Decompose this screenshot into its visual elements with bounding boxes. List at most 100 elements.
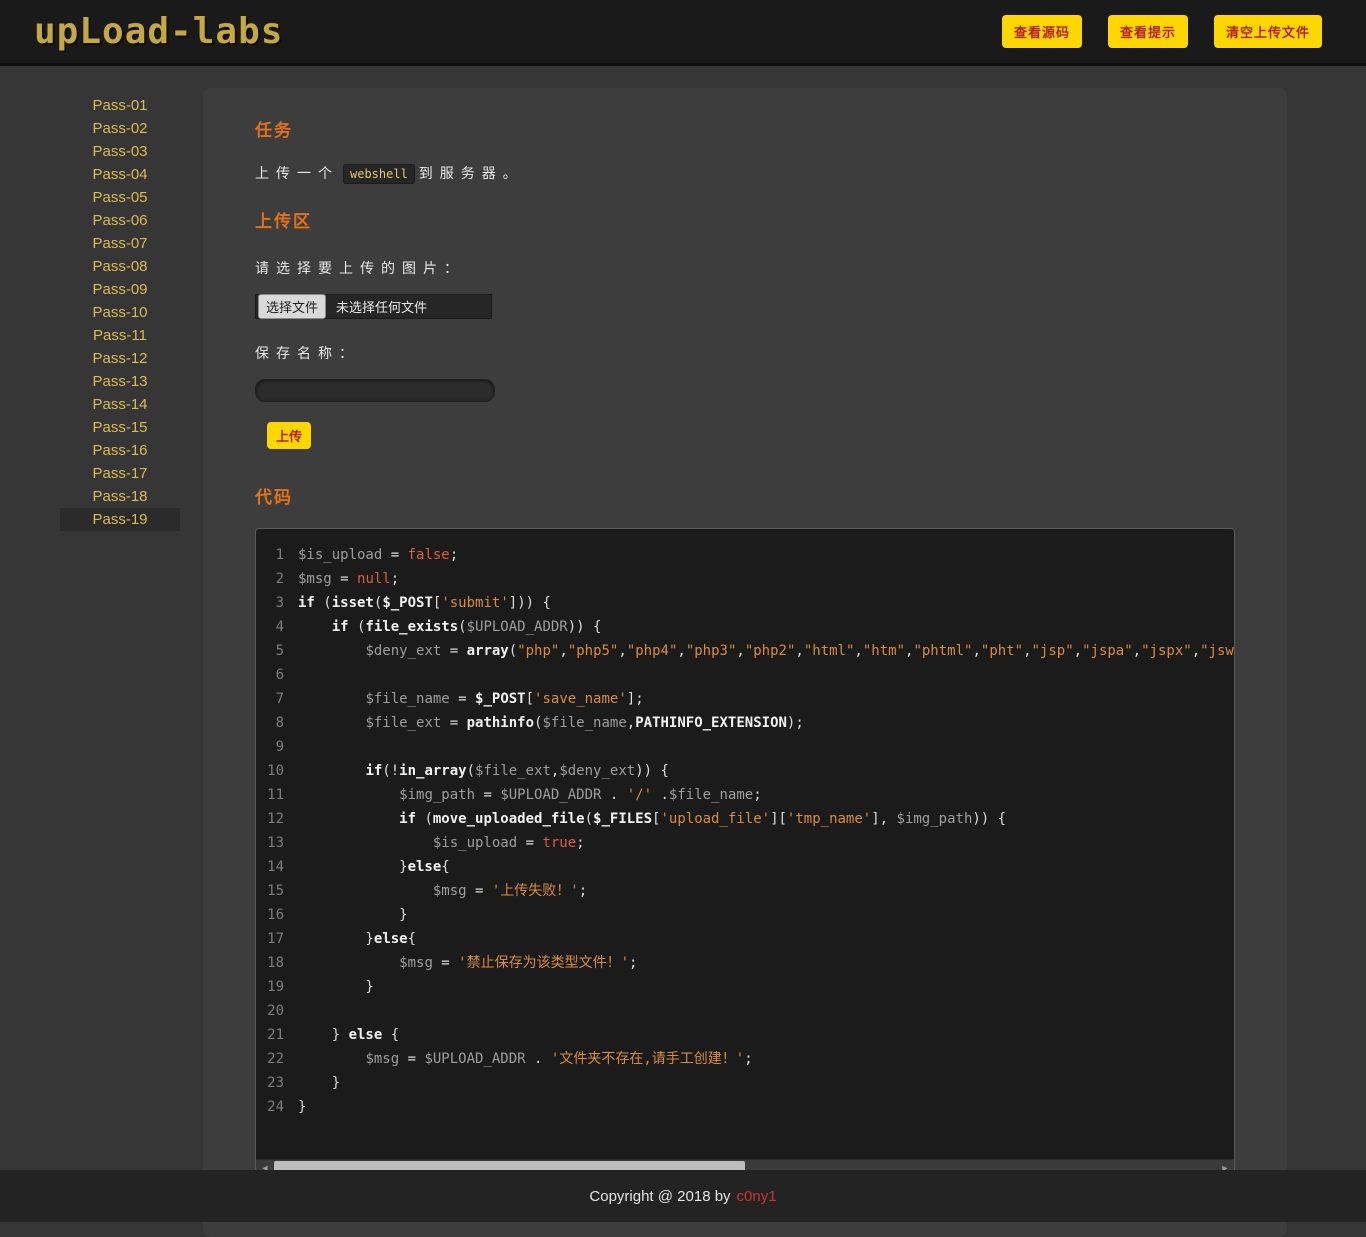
line-number: 21 (256, 1023, 298, 1047)
task-text-before: 上传一个 (255, 165, 339, 181)
line-number: 8 (256, 711, 298, 735)
line-number: 24 (256, 1095, 298, 1119)
line-content: } (298, 1095, 306, 1119)
file-status-text: 未选择任何文件 (328, 297, 435, 316)
line-content: $msg = $UPLOAD_ADDR . '文件夹不存在,请手工创建！'; (298, 1047, 753, 1071)
webshell-chip: webshell (343, 164, 415, 184)
copyright-text: Copyright @ 2018 by (589, 1188, 730, 1205)
code-line-14: 14 }else{ (256, 855, 1234, 879)
author-link[interactable]: c0ny1 (737, 1188, 777, 1205)
code-line-2: 2$msg = null; (256, 567, 1234, 591)
save-name-label: 保存名称： (255, 343, 1235, 363)
sidebar-item-pass-09[interactable]: Pass-09 (60, 278, 180, 301)
code-line-20: 20 (256, 999, 1234, 1023)
line-content: $is_upload = false; (298, 543, 458, 567)
sidebar-item-pass-18[interactable]: Pass-18 (60, 485, 180, 508)
line-content: $msg = '禁止保存为该类型文件！'; (298, 951, 637, 975)
code-line-19: 19 } (256, 975, 1234, 999)
line-number: 16 (256, 903, 298, 927)
line-content: $img_path = $UPLOAD_ADDR . '/' .$file_na… (298, 783, 762, 807)
line-number: 1 (256, 543, 298, 567)
code-line-3: 3if (isset($_POST['submit'])) { (256, 591, 1234, 615)
code-line-4: 4 if (file_exists($UPLOAD_ADDR)) { (256, 615, 1234, 639)
sidebar-list: Pass-01Pass-02Pass-03Pass-04Pass-05Pass-… (60, 94, 180, 531)
sidebar-item-pass-06[interactable]: Pass-06 (60, 209, 180, 232)
line-number: 5 (256, 639, 298, 663)
code-line-13: 13 $is_upload = true; (256, 831, 1234, 855)
sidebar-item-pass-15[interactable]: Pass-15 (60, 416, 180, 439)
line-number: 14 (256, 855, 298, 879)
line-content: $deny_ext = array("php","php5","php4","p… (298, 639, 1234, 663)
line-content: } (298, 903, 408, 927)
line-content: } else { (298, 1023, 399, 1047)
upload-prompt: 请选择要上传的图片： (255, 258, 1235, 278)
sidebar-item-pass-11[interactable]: Pass-11 (60, 324, 180, 347)
file-input[interactable]: 选择文件 未选择任何文件 (255, 294, 492, 319)
code-line-6: 6 (256, 663, 1234, 687)
sidebar-item-pass-10[interactable]: Pass-10 (60, 301, 180, 324)
sidebar-item-pass-04[interactable]: Pass-04 (60, 163, 180, 186)
line-number: 12 (256, 807, 298, 831)
choose-file-button[interactable]: 选择文件 (258, 294, 326, 319)
line-number: 2 (256, 567, 298, 591)
sidebar-item-pass-08[interactable]: Pass-08 (60, 255, 180, 278)
code-heading: 代码 (255, 483, 1235, 508)
sidebar-item-pass-14[interactable]: Pass-14 (60, 393, 180, 416)
upload-button[interactable]: 上传 (267, 422, 311, 449)
sidebar-item-pass-07[interactable]: Pass-07 (60, 232, 180, 255)
task-text-after: 到服务器。 (419, 165, 524, 181)
code-line-5: 5 $deny_ext = array("php","php5","php4",… (256, 639, 1234, 663)
code-line-15: 15 $msg = '上传失败！'; (256, 879, 1234, 903)
line-content: $file_name = $_POST['save_name']; (298, 687, 644, 711)
line-number: 17 (256, 927, 298, 951)
code-line-18: 18 $msg = '禁止保存为该类型文件！'; (256, 951, 1234, 975)
sidebar-item-pass-12[interactable]: Pass-12 (60, 347, 180, 370)
code-line-16: 16 } (256, 903, 1234, 927)
line-content: $msg = null; (298, 567, 399, 591)
view-hint-button[interactable]: 查看提示 (1108, 15, 1188, 48)
sidebar-item-pass-01[interactable]: Pass-01 (60, 94, 180, 117)
sidebar-item-pass-19[interactable]: Pass-19 (60, 508, 180, 531)
save-name-input[interactable] (255, 379, 495, 402)
line-number: 19 (256, 975, 298, 999)
line-content: } (298, 975, 374, 999)
sidebar-item-pass-16[interactable]: Pass-16 (60, 439, 180, 462)
code-line-8: 8 $file_ext = pathinfo($file_name,PATHIN… (256, 711, 1234, 735)
line-number: 20 (256, 999, 298, 1023)
header: upLoad-labs 查看源码查看提示清空上传文件 (0, 0, 1366, 66)
line-content: } (298, 1071, 340, 1095)
clear-uploads-button[interactable]: 清空上传文件 (1214, 15, 1322, 48)
task-heading: 任务 (255, 116, 1235, 141)
line-number: 22 (256, 1047, 298, 1071)
sidebar-item-pass-13[interactable]: Pass-13 (60, 370, 180, 393)
line-content: }else{ (298, 927, 416, 951)
code-line-24: 24} (256, 1095, 1234, 1119)
line-number: 13 (256, 831, 298, 855)
code-line-23: 23 } (256, 1071, 1234, 1095)
sidebar: Pass-01Pass-02Pass-03Pass-04Pass-05Pass-… (0, 66, 203, 531)
footer: Copyright @ 2018 by c0ny1 (0, 1170, 1366, 1222)
line-content: $msg = '上传失败！'; (298, 879, 587, 903)
sidebar-item-pass-03[interactable]: Pass-03 (60, 140, 180, 163)
line-content: }else{ (298, 855, 450, 879)
code-panel: 1$is_upload = false;2$msg = null;3if (is… (255, 528, 1235, 1177)
line-number: 10 (256, 759, 298, 783)
code-line-1: 1$is_upload = false; (256, 543, 1234, 567)
line-number: 6 (256, 663, 298, 687)
line-content: $is_upload = true; (298, 831, 585, 855)
code-line-17: 17 }else{ (256, 927, 1234, 951)
sidebar-item-pass-17[interactable]: Pass-17 (60, 462, 180, 485)
code-line-22: 22 $msg = $UPLOAD_ADDR . '文件夹不存在,请手工创建！'… (256, 1047, 1234, 1071)
line-number: 23 (256, 1071, 298, 1095)
header-buttons: 查看源码查看提示清空上传文件 (1002, 15, 1322, 48)
line-number: 15 (256, 879, 298, 903)
line-number: 9 (256, 735, 298, 759)
code-line-7: 7 $file_name = $_POST['save_name']; (256, 687, 1234, 711)
upload-heading: 上传区 (255, 207, 1235, 232)
line-number: 3 (256, 591, 298, 615)
view-source-button[interactable]: 查看源码 (1002, 15, 1082, 48)
line-content: if (move_uploaded_file($_FILES['upload_f… (298, 807, 1006, 831)
code-line-21: 21 } else { (256, 1023, 1234, 1047)
sidebar-item-pass-02[interactable]: Pass-02 (60, 117, 180, 140)
sidebar-item-pass-05[interactable]: Pass-05 (60, 186, 180, 209)
